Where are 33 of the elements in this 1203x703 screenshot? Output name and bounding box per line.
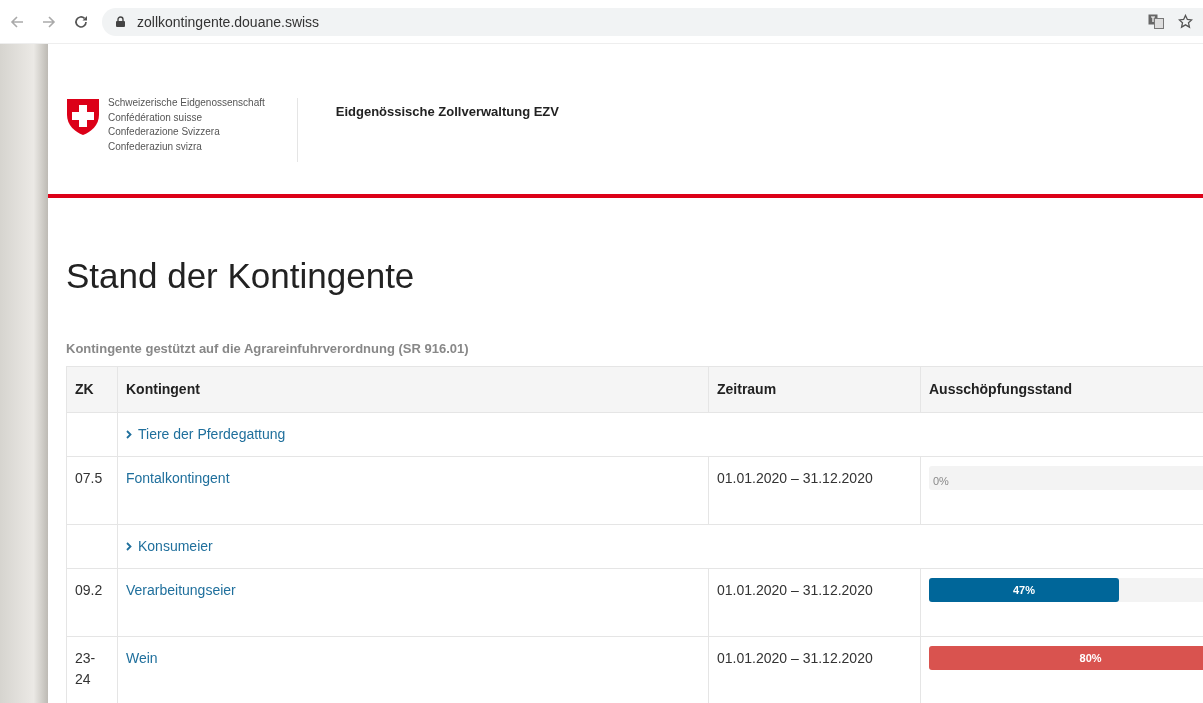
percent-label: 80%	[1079, 650, 1102, 666]
chevron-right-icon	[126, 542, 132, 551]
confederation-name: Confédération suisse	[108, 110, 203, 125]
confederation-name: Confederaziun svizra	[108, 139, 203, 154]
period-text: 01.01.2020 – 31.12.2020	[717, 650, 873, 666]
group-link[interactable]: Tiere der Pferdegattung	[138, 424, 286, 445]
quota-number: 09.2	[75, 582, 103, 598]
quota-number: 23-24	[75, 650, 96, 687]
period-text: 01.01.2020 – 31.12.2020	[717, 582, 873, 598]
chevron-right-icon	[126, 430, 132, 439]
department-name: Eidgenössische Zollverwaltung EZV	[334, 103, 559, 119]
translate-icon[interactable]	[1148, 14, 1164, 29]
reload-icon[interactable]	[74, 14, 88, 29]
quota-link[interactable]: Verarbeitungseier	[126, 582, 236, 598]
confederation-name: Confederazione Svizzera	[108, 125, 221, 139]
coat-of-arms-icon	[66, 98, 100, 136]
column-header: Kontingent	[118, 367, 709, 413]
confederation-name: Schweizerische Eidgenossenschaft	[108, 96, 265, 110]
quota-link[interactable]: Fontalkontingent	[126, 470, 230, 486]
column-header: ZK	[67, 367, 118, 413]
percent-label: 0%	[933, 474, 949, 489]
quota-number: 07.5	[75, 470, 103, 486]
percent-label: 47%	[1012, 582, 1035, 598]
lock-icon	[116, 16, 125, 27]
page-title: Stand der Kontingente	[66, 255, 416, 297]
star-icon[interactable]	[1178, 14, 1193, 29]
address-bar[interactable]: zollkontingente.douane.swiss	[102, 7, 1203, 36]
column-header: Ausschöpfungsstand	[921, 367, 1203, 413]
period-text: 01.01.2020 – 31.12.2020	[717, 470, 873, 486]
column-header: Zeitraum	[709, 367, 921, 413]
group-link[interactable]: Konsumeier	[138, 536, 213, 557]
quota-link[interactable]: Wein	[126, 650, 158, 666]
table-caption: Kontingente gestützt auf die Agrareinfuhrverordnung (SR 916.01)	[66, 341, 470, 356]
